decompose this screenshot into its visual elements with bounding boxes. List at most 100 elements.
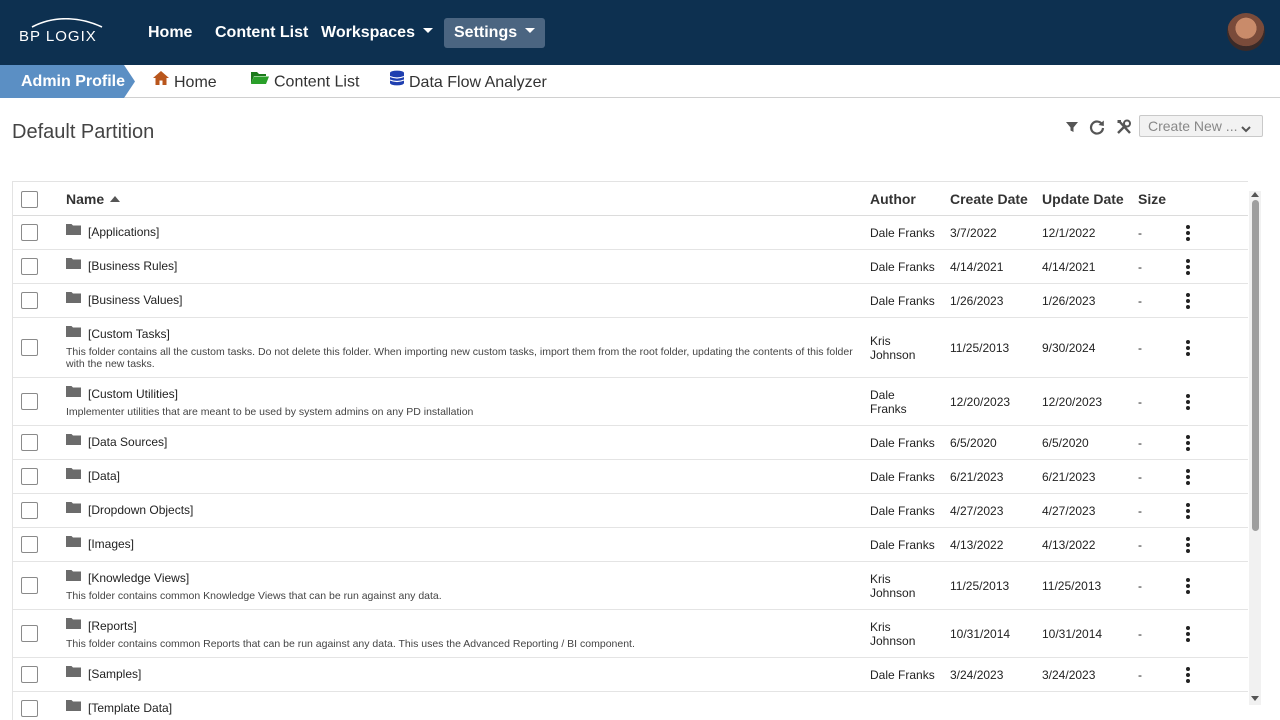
create-new-dropdown[interactable]: Create New ... (1139, 115, 1263, 137)
row-menu-kebab-icon[interactable] (1186, 394, 1190, 412)
subnav-home[interactable]: Home (152, 71, 217, 92)
row-menu-kebab-icon[interactable] (1186, 259, 1190, 277)
name-column-header[interactable]: Name (66, 191, 121, 207)
create-date-cell: 10/31/2014 (950, 627, 1011, 641)
filter-icon[interactable] (1063, 118, 1081, 136)
create-date-cell: 4/27/2023 (950, 504, 1004, 518)
row-menu-kebab-icon[interactable] (1186, 667, 1190, 685)
folder-name-link[interactable]: [Samples] (66, 665, 142, 682)
author-cell: Dale Franks (870, 436, 935, 450)
row-menu-kebab-icon[interactable] (1186, 469, 1190, 487)
folder-description: Implementer utilities that are meant to … (66, 406, 474, 418)
folder-name-link[interactable]: [Template Data] (66, 700, 172, 716)
folder-icon (66, 569, 81, 584)
row-menu-kebab-icon[interactable] (1186, 626, 1190, 644)
row-checkbox[interactable] (21, 577, 38, 594)
tools-icon[interactable] (1115, 118, 1133, 136)
table-row[interactable]: [Data Sources] Dale Franks 6/5/2020 6/5/… (13, 426, 1248, 460)
folder-name-link[interactable]: [Applications] (66, 224, 159, 240)
table-row[interactable]: [Reports] This folder contains common Re… (13, 610, 1248, 658)
scroll-down-arrow-icon[interactable] (1251, 696, 1259, 701)
folder-name-link[interactable]: [Images] (66, 535, 134, 552)
folder-icon (66, 433, 81, 448)
folder-name-link[interactable]: [Reports] (66, 618, 137, 634)
nav-settings[interactable]: Settings (444, 18, 546, 48)
admin-profile-tab[interactable]: Admin Profile (0, 65, 135, 98)
author-cell: Dale Franks (870, 388, 907, 416)
table-row[interactable]: [Template Data] (13, 692, 1248, 720)
size-column-header[interactable]: Size (1138, 191, 1166, 207)
folder-name-link[interactable]: [Data] (66, 468, 121, 484)
row-menu-kebab-icon[interactable] (1186, 225, 1190, 243)
table-row[interactable]: [Images] Dale Franks 4/13/2022 4/13/2022… (13, 528, 1248, 562)
row-menu-kebab-icon[interactable] (1186, 293, 1190, 311)
table-row[interactable]: [Samples] Dale Franks 3/24/2023 3/24/202… (13, 658, 1248, 692)
author-column-header[interactable]: Author (870, 191, 916, 207)
row-menu-kebab-icon[interactable] (1186, 340, 1190, 358)
folder-name-link[interactable]: [Custom Tasks] (66, 326, 170, 342)
select-all-checkbox[interactable] (21, 191, 38, 208)
table-row[interactable]: [Applications] Dale Franks 3/7/2022 12/1… (13, 216, 1248, 250)
folder-name-link[interactable]: [Knowledge Views] (66, 569, 189, 586)
row-menu-kebab-icon[interactable] (1186, 503, 1190, 521)
row-checkbox[interactable] (21, 502, 38, 519)
table-row[interactable]: [Knowledge Views] This folder contains c… (13, 562, 1248, 610)
size-cell: - (1138, 226, 1142, 240)
open-folder-icon (250, 70, 270, 91)
subnav-content-list[interactable]: Content List (250, 72, 359, 92)
chevron-down-icon (422, 28, 433, 34)
row-checkbox[interactable] (21, 700, 38, 717)
nav-home[interactable]: Home (148, 18, 192, 48)
author-cell: Dale Franks (870, 470, 935, 484)
folder-name-link[interactable]: [Custom Utilities] (66, 386, 178, 402)
subnav-home-label: Home (174, 74, 217, 92)
folder-name-link[interactable]: [Dropdown Objects] (66, 502, 193, 518)
row-menu-kebab-icon[interactable] (1186, 537, 1190, 555)
folder-name-label: [Samples] (88, 667, 142, 681)
folder-name-link[interactable]: [Business Values] (66, 292, 183, 308)
size-cell: - (1138, 579, 1142, 593)
folder-name-label: [Data] (88, 469, 121, 483)
row-checkbox[interactable] (21, 468, 38, 485)
scroll-up-arrow-icon[interactable] (1251, 192, 1259, 197)
update-date-cell: 4/27/2023 (1042, 504, 1096, 518)
row-menu-kebab-icon[interactable] (1186, 578, 1190, 596)
row-checkbox[interactable] (21, 434, 38, 451)
update-date-cell: 3/24/2023 (1042, 668, 1096, 682)
row-menu-kebab-icon[interactable] (1186, 435, 1190, 453)
table-row[interactable]: [Data] Dale Franks 6/21/2023 6/21/2023 - (13, 460, 1248, 494)
folder-name-link[interactable]: [Data Sources] (66, 433, 167, 450)
row-checkbox[interactable] (21, 339, 38, 356)
nav-workspaces[interactable]: Workspaces (321, 18, 433, 48)
row-checkbox[interactable] (21, 393, 38, 410)
table-row[interactable]: [Business Rules] Dale Franks 4/14/2021 4… (13, 250, 1248, 284)
table-row[interactable]: [Business Values] Dale Franks 1/26/2023 … (13, 284, 1248, 318)
table-row[interactable]: [Custom Tasks] This folder contains all … (13, 318, 1248, 378)
author-cell: Dale Franks (870, 226, 935, 240)
refresh-icon[interactable] (1088, 118, 1106, 136)
row-checkbox[interactable] (21, 536, 38, 553)
update-date-column-header[interactable]: Update Date (1042, 191, 1124, 207)
chevron-down-icon (525, 28, 536, 34)
create-new-label: Create New ... (1148, 118, 1238, 134)
row-checkbox[interactable] (21, 292, 38, 309)
bp-logix-logo[interactable]: BP LOGIX (18, 18, 108, 48)
user-avatar[interactable] (1227, 13, 1265, 51)
folder-icon (66, 535, 81, 550)
folder-name-link[interactable]: [Business Rules] (66, 258, 177, 274)
create-date-column-header[interactable]: Create Date (950, 191, 1028, 207)
folder-icon (66, 665, 81, 680)
row-checkbox[interactable] (21, 666, 38, 683)
update-date-cell: 12/20/2023 (1042, 395, 1103, 409)
size-cell: - (1138, 395, 1142, 409)
subnav-data-flow-analyzer[interactable]: Data Flow Analyzer (389, 70, 547, 92)
row-checkbox[interactable] (21, 258, 38, 275)
name-header-label: Name (66, 191, 105, 207)
scrollbar-thumb[interactable] (1252, 200, 1259, 531)
nav-content-list[interactable]: Content List (215, 18, 308, 48)
table-row[interactable]: [Dropdown Objects] Dale Franks 4/27/2023… (13, 494, 1248, 528)
row-checkbox[interactable] (21, 224, 38, 241)
row-checkbox[interactable] (21, 625, 38, 642)
update-date-cell: 6/21/2023 (1042, 470, 1096, 484)
table-row[interactable]: [Custom Utilities] Implementer utilities… (13, 378, 1248, 426)
